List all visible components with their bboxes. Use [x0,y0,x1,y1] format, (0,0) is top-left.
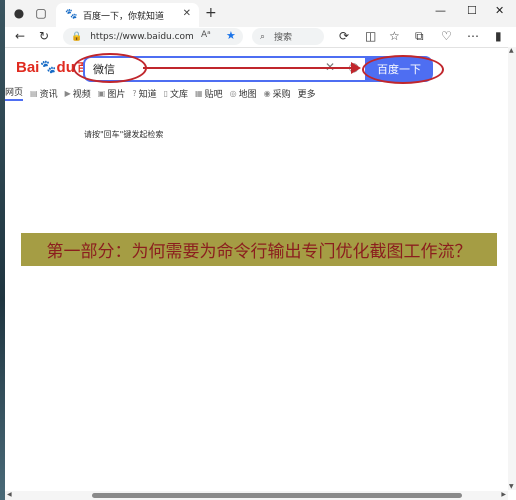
vertical-scrollbar[interactable]: ▲ ▼ [508,47,516,490]
annotation-arrow [143,67,355,69]
url-text: https://www.baidu.com [90,31,194,42]
minimize-button[interactable]: — [435,4,446,17]
news-icon: ▤ [30,88,38,98]
tab-tieba[interactable]: ▦ 贴吧 [195,85,223,101]
browser-essentials-icon[interactable]: ♡ [441,29,452,43]
video-icon: ▶ [64,88,71,98]
tab-label: 图片 [107,89,126,100]
document-icon: ▯ [163,88,169,98]
favorite-star-icon[interactable]: ★ [226,29,236,42]
question-icon: ? [132,88,137,98]
back-icon[interactable]: ← [15,29,25,43]
scroll-up-icon[interactable]: ▲ [509,47,514,54]
tab-video[interactable]: ▶ 视频 [65,85,91,101]
tab-zhidao[interactable]: ? 知道 [132,85,156,101]
tab-label: 贴吧 [204,89,223,100]
tab-label: 视频 [72,89,91,100]
horizontal-scrollbar[interactable]: ◀ ▶ [5,491,508,500]
overlay-banner: 第一部分：为何需要为命令行输出专门优化截图工作流？ [21,233,497,266]
search-placeholder: 搜索 [274,33,293,43]
scroll-down-icon[interactable]: ▼ [509,483,514,490]
paw-icon: 🐾 [40,59,57,75]
tab-wenku[interactable]: ▯ 文库 [164,85,188,101]
annotation-circle-button [362,55,444,84]
tab-label: 更多 [297,89,316,100]
sidebar-toggle-icon[interactable]: ▮ [495,29,502,43]
tab-label: 文库 [170,89,189,100]
more-options-icon[interactable]: ⋯ [467,29,479,43]
scroll-right-icon[interactable]: ▶ [501,491,506,498]
browser-search-box[interactable]: ⌕ 搜索 [252,28,324,45]
tab-label: 知道 [138,89,157,100]
extension-icon[interactable]: ⟳ [339,29,349,43]
scroll-left-icon[interactable]: ◀ [7,491,12,498]
close-window-button[interactable]: ✕ [495,4,504,17]
lock-icon: 🔒 [71,31,83,42]
annotation-arrowhead [351,62,361,74]
logo-bai: Bai [16,58,40,76]
favorites-icon[interactable]: ☆ [389,29,400,43]
collections-icon[interactable]: ⧉ [415,29,424,44]
tab-label: 资讯 [39,89,58,100]
tab-news[interactable]: ▤ 资讯 [30,85,58,101]
tab-close-icon[interactable]: ✕ [183,8,191,19]
tab-title: 百度一下，你就知道 [83,11,165,22]
purchase-icon: ◉ [263,88,271,98]
workspaces-icon[interactable]: ▢ [33,5,49,21]
tab-label: 网页 [5,88,24,98]
search-icon: ⌕ [260,31,266,42]
map-icon: ◎ [229,88,237,98]
profile-icon[interactable]: ● [11,5,27,21]
forum-icon: ▦ [195,88,203,98]
image-icon: ▣ [97,88,106,98]
address-bar[interactable]: 🔒 https://www.baidu.com [63,28,243,45]
browser-window: ● ▢ 🐾 百度一下，你就知道 ✕ + — ☐ ✕ ← ↻ 🔒 https://… [5,0,516,500]
tab-label: 采购 [272,89,291,100]
annotation-circle-query [73,53,147,83]
scroll-thumb[interactable] [92,493,462,498]
baidu-nav-tabs: 网页 ▤ 资讯 ▶ 视频 ▣ 图片 ? 知道 ▯ 文库 ▦ 贴吧 ◎ 地图 ◉ … [5,85,323,101]
tab-web[interactable]: 网页 [5,85,24,101]
new-tab-button[interactable]: + [205,5,217,21]
maximize-button[interactable]: ☐ [467,4,477,17]
refresh-icon[interactable]: ↻ [39,29,49,43]
tab-images[interactable]: ▣ 图片 [98,85,126,101]
search-hint: 请按"回车"键发起检索 [84,130,164,139]
navigation-bar: ← ↻ 🔒 https://www.baidu.com Aᵃ ★ ⌕ 搜索 ⟳ … [5,27,516,48]
split-screen-icon[interactable]: ◫ [365,29,376,43]
banner-text: 第一部分：为何需要为命令行输出专门优化截图工作流？ [46,242,472,262]
tab-map[interactable]: ◎ 地图 [230,85,257,101]
browser-tab[interactable]: 🐾 百度一下，你就知道 ✕ [56,3,199,27]
tab-label: 地图 [238,89,257,100]
tab-purchase[interactable]: ◉ 采购 [264,85,291,101]
title-bar: ● ▢ 🐾 百度一下，你就知道 ✕ + — ☐ ✕ [5,0,516,27]
tab-more[interactable]: 更多 [298,85,316,101]
read-aloud-icon[interactable]: Aᵃ [201,30,211,40]
baidu-favicon-icon: 🐾 [65,9,78,20]
